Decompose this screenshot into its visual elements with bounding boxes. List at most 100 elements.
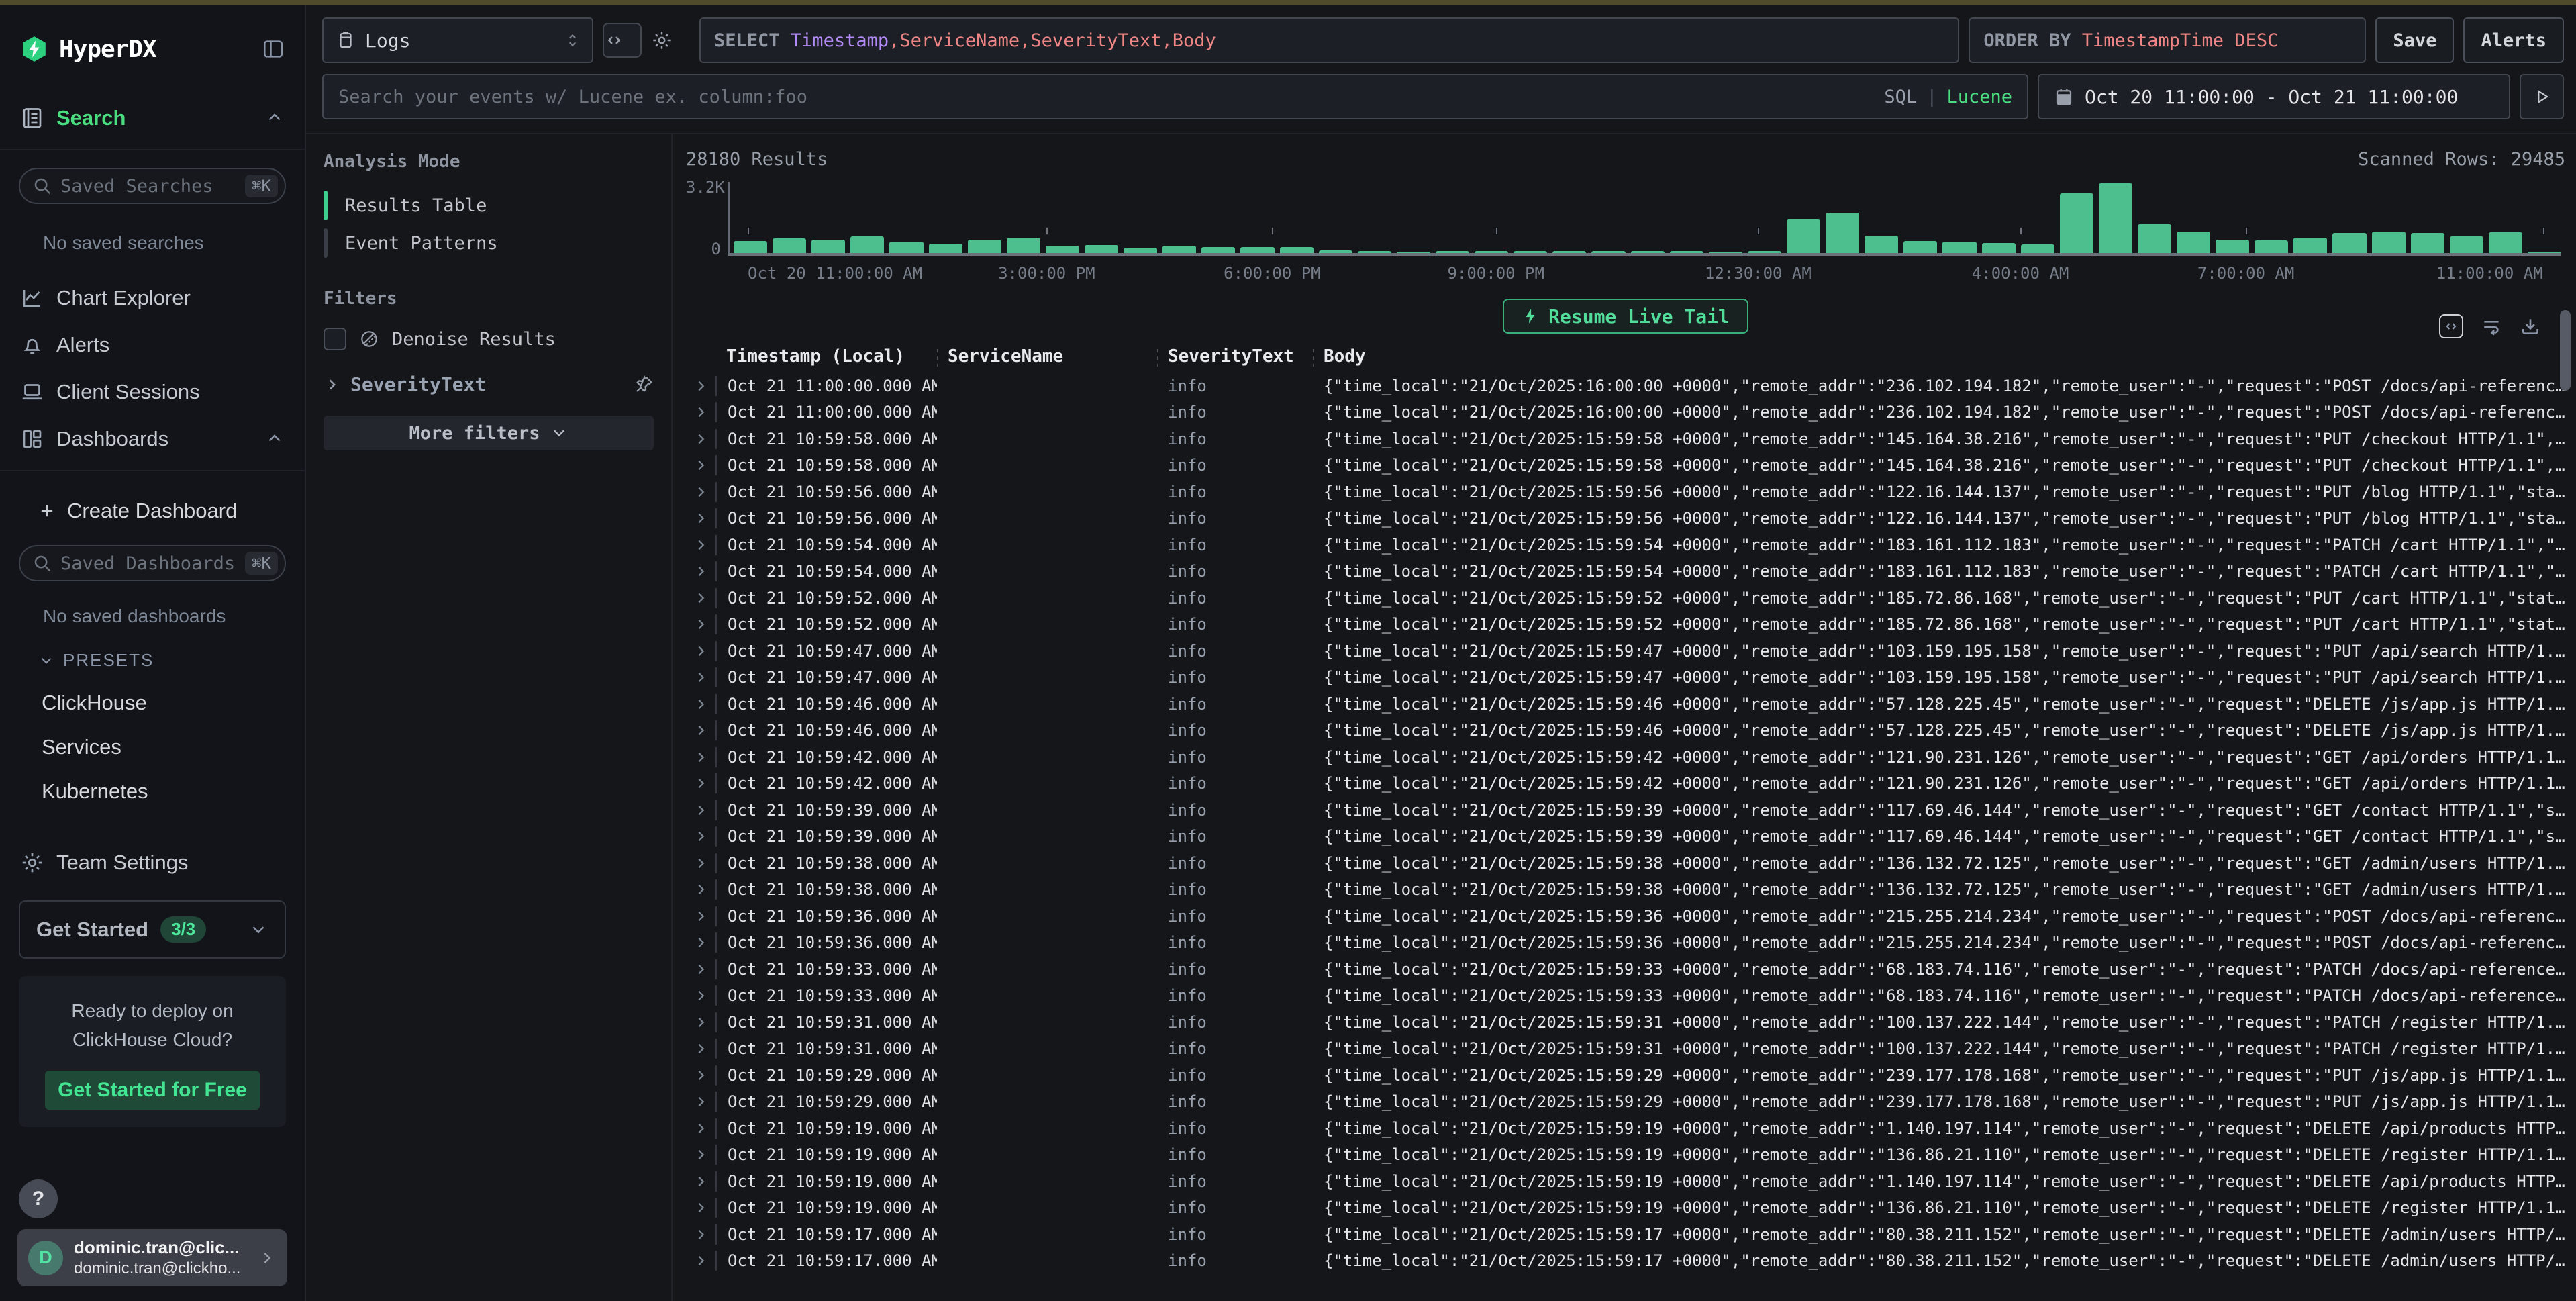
column-timestamp[interactable]: Timestamp (Local) [715,346,937,367]
select-columns-input[interactable]: SELECT Timestamp,ServiceName,SeverityTex… [699,17,1959,63]
histogram-bar[interactable] [929,244,962,253]
table-row[interactable]: Oct 21 10:59:31.000 AMinfo{"time_local":… [686,1036,2565,1063]
event-search-input[interactable]: Search your events w/ Lucene ex. column:… [322,74,2028,119]
row-expand-chevron-icon[interactable] [686,1041,715,1056]
row-expand-chevron-icon[interactable] [686,538,715,552]
table-row[interactable]: Oct 21 10:59:46.000 AMinfo{"time_local":… [686,691,2565,718]
histogram-bar[interactable] [1475,251,1508,253]
table-row[interactable]: Oct 21 10:59:42.000 AMinfo{"time_local":… [686,744,2565,771]
histogram-bar[interactable] [1280,247,1314,253]
table-row[interactable]: Oct 21 10:59:29.000 AMinfo{"time_local":… [686,1062,2565,1089]
help-button[interactable]: ? [19,1179,58,1218]
row-expand-chevron-icon[interactable] [686,988,715,1003]
row-expand-chevron-icon[interactable] [686,1200,715,1215]
table-row[interactable]: Oct 21 10:59:17.000 AMinfo{"time_local":… [686,1248,2565,1275]
source-select[interactable]: Logs [322,17,593,63]
user-menu[interactable]: D dominic.tran@clic... dominic.tran@clic… [17,1229,287,1286]
table-row[interactable]: Oct 21 10:59:47.000 AMinfo{"time_local":… [686,665,2565,691]
chevron-up-icon[interactable] [264,108,285,128]
sidebar-item-team-settings[interactable]: Team Settings [0,845,305,880]
histogram-bar[interactable] [1358,251,1391,253]
histogram-bar[interactable] [1942,242,1976,253]
histogram-bar[interactable] [1787,219,1820,253]
lucene-toggle[interactable]: Lucene [1946,87,2012,107]
table-row[interactable]: Oct 21 10:59:52.000 AMinfo{"time_local":… [686,612,2565,638]
source-settings-gear-icon[interactable] [651,17,690,63]
wrap-lines-icon[interactable] [2481,316,2502,337]
histogram-bar[interactable] [1826,213,1859,253]
column-body[interactable]: Body [1313,346,2565,367]
histogram-bar[interactable] [2021,244,2054,253]
row-expand-chevron-icon[interactable] [686,1253,715,1268]
histogram-bar[interactable] [734,241,767,253]
row-expand-chevron-icon[interactable] [686,1121,715,1136]
histogram-bar[interactable] [1046,246,1079,253]
more-filters-button[interactable]: More filters [324,416,654,450]
sidebar-item-clickhouse[interactable]: ClickHouse [42,691,305,715]
chevron-up-icon[interactable] [264,429,285,449]
row-expand-chevron-icon[interactable] [686,750,715,765]
table-row[interactable]: Oct 21 10:59:38.000 AMinfo{"time_local":… [686,877,2565,904]
histogram-bar[interactable] [850,236,884,253]
table-row[interactable]: Oct 21 10:59:52.000 AMinfo{"time_local":… [686,585,2565,612]
histogram-bar[interactable] [1982,243,2016,253]
row-expand-chevron-icon[interactable] [686,405,715,420]
table-row[interactable]: Oct 21 10:59:19.000 AMinfo{"time_local":… [686,1115,2565,1142]
histogram-bar[interactable] [2255,240,2288,253]
table-row[interactable]: Oct 21 10:59:39.000 AMinfo{"time_local":… [686,824,2565,851]
histogram-bar[interactable] [1162,246,1196,253]
table-row[interactable]: Oct 21 10:59:54.000 AMinfo{"time_local":… [686,532,2565,559]
table-row[interactable]: Oct 21 10:59:17.000 AMinfo{"time_local":… [686,1221,2565,1248]
table-row[interactable]: Oct 21 10:59:58.000 AMinfo{"time_local":… [686,426,2565,452]
sql-toggle[interactable]: SQL [1884,87,1917,107]
histogram-bar[interactable] [1240,247,1274,253]
table-row[interactable]: Oct 21 10:59:46.000 AMinfo{"time_local":… [686,718,2565,744]
histogram-bar[interactable] [2450,236,2483,253]
histogram-bar[interactable] [1670,251,1703,253]
table-row[interactable]: Oct 21 10:59:31.000 AMinfo{"time_local":… [686,1009,2565,1036]
row-expand-chevron-icon[interactable] [686,644,715,659]
row-expand-chevron-icon[interactable] [686,1015,715,1030]
histogram-bar[interactable] [1007,238,1040,253]
alerts-button[interactable]: Alerts [2463,17,2564,63]
code-mode-button[interactable] [603,23,642,58]
row-expand-chevron-icon[interactable] [686,591,715,606]
histogram-bar[interactable] [1514,251,1547,253]
histogram-bar[interactable] [1631,251,1665,253]
histogram-bar[interactable] [1397,252,1430,253]
table-row[interactable]: Oct 21 10:59:36.000 AMinfo{"time_local":… [686,903,2565,930]
table-row[interactable]: Oct 21 10:59:47.000 AMinfo{"time_local":… [686,638,2565,665]
download-icon[interactable] [2520,316,2541,337]
saved-dashboards-input[interactable]: Saved Dashboards ⌘K [19,545,286,581]
histogram-bar[interactable] [811,240,845,253]
histogram-bar[interactable] [2372,232,2406,253]
get-started-dropdown[interactable]: Get Started 3/3 [19,900,286,959]
table-row[interactable]: Oct 21 10:59:33.000 AMinfo{"time_local":… [686,983,2565,1010]
histogram-bar[interactable] [1436,251,1469,253]
row-expand-chevron-icon[interactable] [686,432,715,446]
row-expand-chevron-icon[interactable] [686,458,715,473]
histogram-bar[interactable] [1124,248,1157,253]
row-expand-chevron-icon[interactable] [686,909,715,924]
table-row[interactable]: Oct 21 10:59:58.000 AMinfo{"time_local":… [686,452,2565,479]
mode-results-table[interactable]: Results Table [324,187,654,224]
histogram-bar[interactable] [1319,250,1352,253]
resume-live-tail-button[interactable]: Resume Live Tail [1503,299,1748,334]
table-row[interactable]: Oct 21 10:59:33.000 AMinfo{"time_local":… [686,956,2565,983]
row-expand-chevron-icon[interactable] [686,1227,715,1242]
events-histogram[interactable]: 3.2K 0 Oct 20 11:00:00 AM3:00:00 PM6:00:… [686,177,2565,288]
histogram-bar[interactable] [1748,251,1781,253]
facet-severitytext[interactable]: SeverityText [324,373,654,395]
row-expand-chevron-icon[interactable] [686,1068,715,1083]
histogram-bar[interactable] [2099,183,2132,253]
row-expand-chevron-icon[interactable] [686,776,715,791]
sidebar-collapse-icon[interactable] [262,38,285,60]
denoise-results-toggle[interactable]: Denoise Results [324,328,654,350]
sidebar-item-search[interactable]: Search [0,101,305,136]
table-row[interactable]: Oct 21 11:00:00.000 AMinfo{"time_local":… [686,373,2565,399]
row-expand-chevron-icon[interactable] [686,617,715,632]
table-row[interactable]: Oct 21 10:59:56.000 AMinfo{"time_local":… [686,505,2565,532]
get-started-free-button[interactable]: Get Started for Free [45,1071,260,1110]
histogram-bar[interactable] [2332,233,2366,253]
histogram-bar[interactable] [2293,238,2327,253]
